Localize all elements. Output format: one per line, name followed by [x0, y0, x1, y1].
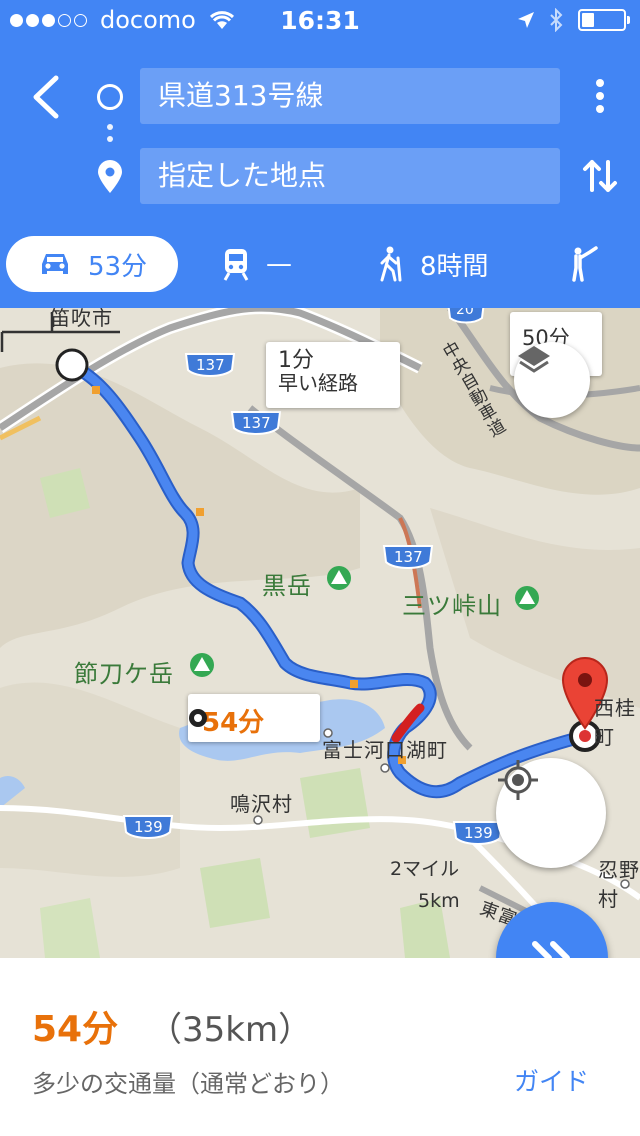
battery-icon — [578, 9, 630, 31]
my-location-button[interactable] — [496, 758, 606, 868]
route-distance: （35km） — [148, 1010, 313, 1050]
tab-drive[interactable]: 53分 — [6, 236, 178, 292]
layers-button[interactable] — [514, 342, 590, 418]
train-icon — [223, 249, 249, 281]
scale-miles: 2マイル — [390, 858, 460, 880]
shield-137b-label: 137 — [242, 414, 271, 432]
shield-20-label: 20 — [456, 308, 474, 318]
status-right — [516, 8, 630, 32]
destination-input[interactable]: 指定した地点 — [140, 148, 560, 204]
scale-bar — [0, 312, 120, 352]
tab-transit[interactable]: — — [222, 236, 292, 292]
label-setogatake: 節刀ケ岳 — [74, 660, 174, 688]
map-view[interactable]: 笛吹市 黒岳 三ツ峠山 節刀ケ岳 富士河口湖町 鳴沢村 西桂町 忍野村 中央自動… — [0, 308, 640, 958]
bluetooth-icon — [550, 8, 563, 32]
travel-mode-tabs: 53分 — 8時間 — [0, 236, 640, 292]
selected-route-time: 54分 — [202, 708, 265, 738]
more-options-icon[interactable] — [586, 76, 614, 120]
location-arrow-icon — [518, 12, 534, 28]
walk-time: 8時間 — [420, 251, 489, 282]
layers-icon — [518, 346, 550, 373]
swap-direction-icon[interactable] — [580, 156, 620, 196]
tab-ride[interactable] — [568, 236, 618, 292]
transit-time: — — [266, 249, 292, 279]
shield-139a-label: 139 — [134, 818, 163, 836]
label-nishikatsura: 西桂町 — [594, 696, 636, 749]
traffic-status: 多少の交通量（通常どおり） — [32, 1070, 344, 1098]
shield-139b-label: 139 — [464, 824, 493, 842]
label-mitsutoge: 三ツ峠山 — [402, 592, 502, 620]
guide-link[interactable]: ガイド — [514, 1062, 589, 1098]
toll-icon — [189, 709, 207, 727]
status-bar: docomo 16:31 — [0, 0, 640, 42]
label-narusawa: 鳴沢村 — [230, 792, 293, 816]
destination-pin-icon — [98, 160, 122, 193]
label-kurodake: 黒岳 — [262, 572, 312, 600]
back-arrow-icon[interactable] — [28, 74, 64, 120]
crosshair-icon — [498, 760, 538, 800]
scale-km: 5km — [418, 890, 460, 912]
origin-circle-icon — [97, 84, 123, 110]
shield-137a-label: 137 — [196, 356, 225, 374]
tab-walk[interactable]: 8時間 — [376, 236, 489, 292]
hail-ride-icon — [572, 246, 598, 282]
shield-137c-label: 137 — [394, 548, 423, 566]
alt-route-note: 早い経路 — [278, 371, 358, 395]
route-summary-sheet[interactable]: 54分 （35km） 多少の交通量（通常どおり） ガイド — [0, 958, 640, 1136]
connector-dot — [107, 124, 113, 130]
alternate-route-callout[interactable]: 1分 早い経路 — [266, 342, 400, 408]
car-icon — [42, 254, 68, 274]
drive-time: 53分 — [88, 251, 148, 282]
alt-route-time: 1分 — [278, 348, 314, 373]
selected-route-callout[interactable]: 54分 — [188, 694, 320, 742]
origin-input[interactable]: 県道313号線 — [140, 68, 560, 124]
label-oshino: 忍野村 — [598, 858, 640, 911]
walking-icon — [380, 246, 402, 282]
connector-dot — [107, 136, 113, 142]
label-fujikawaguchiko: 富士河口湖町 — [322, 738, 448, 762]
directions-header: docomo 16:31 県道313号線 指定した地点 53分 — 8時間 — [0, 0, 640, 308]
route-duration: 54分 — [32, 1009, 119, 1050]
